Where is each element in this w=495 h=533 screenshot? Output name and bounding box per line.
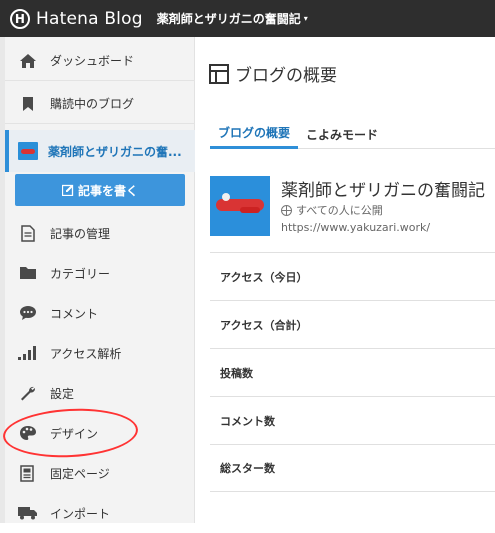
comment-icon xyxy=(18,303,38,323)
blog-thumbnail-icon xyxy=(18,142,38,160)
home-icon xyxy=(18,51,38,71)
hatena-blog-logo[interactable]: H Hatena Blog xyxy=(10,8,143,29)
stats-table: アクセス（今日） アクセス（合計） 投稿数 コメント数 総スター数 xyxy=(210,252,495,492)
sidebar-item-current-blog[interactable]: 薬剤師とザリガニの奮... xyxy=(5,130,195,172)
tab-calendar-mode[interactable]: こよみモード xyxy=(298,119,386,149)
sidebar-item-label: カテゴリー xyxy=(50,266,111,281)
dashboard-layout-icon xyxy=(209,63,229,84)
truck-icon xyxy=(18,503,38,523)
stat-row-star-count: 総スター数 xyxy=(210,444,495,492)
sidebar-item-subscribed[interactable]: 購読中のブログ xyxy=(5,84,195,124)
stat-row-access-today: アクセス（今日） xyxy=(210,252,495,300)
folder-icon xyxy=(18,263,38,283)
sidebar-item-dashboard[interactable]: ダッシュボード xyxy=(5,41,195,81)
sidebar-item-label: 薬剤師とザリガニの奮... xyxy=(48,144,182,159)
sidebar-item-label: 記事の管理 xyxy=(50,226,111,241)
tab-overview[interactable]: ブログの概要 xyxy=(210,119,299,149)
sidebar-item-settings[interactable]: 設定 xyxy=(5,373,195,413)
sidebar-item-label: インポート xyxy=(50,506,111,521)
stat-row-access-total: アクセス（合計） xyxy=(210,300,495,348)
blog-thumbnail[interactable] xyxy=(210,176,270,236)
visibility-label: すべての人に公開 xyxy=(296,204,383,217)
tab-bar: ブログの概要 こよみモード xyxy=(210,119,495,149)
globe-icon xyxy=(281,204,292,216)
brand-name: Hatena Blog xyxy=(36,8,143,29)
top-bar: H Hatena Blog 薬剤師とザリガニの奮闘記 ▾ xyxy=(0,0,495,37)
write-post-label: 記事を書く xyxy=(77,183,138,198)
sidebar-item-comment[interactable]: コメント xyxy=(5,293,195,333)
page-title-text: ブログの概要 xyxy=(235,66,337,86)
sidebar-item-label: 固定ページ xyxy=(50,466,110,481)
sidebar-item-category[interactable]: カテゴリー xyxy=(5,253,195,293)
bookmark-icon xyxy=(18,94,38,114)
wrench-icon xyxy=(18,383,38,403)
page-icon xyxy=(18,463,38,483)
blog-switcher-label: 薬剤師とザリガニの奮闘記 xyxy=(156,12,301,26)
hatena-logo-icon: H xyxy=(10,8,30,29)
blog-summary-card: 薬剤師とザリガニの奮闘記 すべての人に公開 https://www.yakuza… xyxy=(210,176,495,238)
stat-row-post-count: 投稿数 xyxy=(210,348,495,396)
sidebar-item-label: 設定 xyxy=(50,386,75,401)
sidebar-item-manage-posts[interactable]: 記事の管理 xyxy=(5,213,195,253)
sidebar-item-label: 購読中のブログ xyxy=(50,97,135,111)
stat-row-comment-count: コメント数 xyxy=(210,396,495,444)
blog-switcher[interactable]: 薬剤師とザリガニの奮闘記 ▾ xyxy=(157,10,308,27)
sidebar-item-analytics[interactable]: アクセス解析 xyxy=(5,333,195,373)
crayfish-icon xyxy=(216,193,264,213)
main-content: ブログの概要 ブログの概要 こよみモード 薬剤師とザリガニの奮闘記 すべての人に… xyxy=(195,37,495,523)
write-post-button[interactable]: 記事を書く xyxy=(15,174,185,206)
blog-name[interactable]: 薬剤師とザリガニの奮闘記 xyxy=(281,176,485,201)
bar-chart-icon xyxy=(18,343,38,363)
sidebar-item-import[interactable]: インポート xyxy=(5,493,195,533)
sidebar-item-label: ダッシュボード xyxy=(50,54,135,68)
document-icon xyxy=(18,223,38,243)
visibility-status: すべての人に公開 xyxy=(281,202,383,218)
sidebar-item-static-page[interactable]: 固定ページ xyxy=(5,453,195,493)
sidebar-item-label: アクセス解析 xyxy=(50,346,122,361)
chevron-down-icon: ▾ xyxy=(303,14,308,23)
edit-icon xyxy=(61,184,74,196)
blog-url[interactable]: https://www.yakuzari.work/ xyxy=(281,221,430,234)
sidebar-item-label: コメント xyxy=(50,306,99,321)
page-title: ブログの概要 xyxy=(209,61,337,86)
